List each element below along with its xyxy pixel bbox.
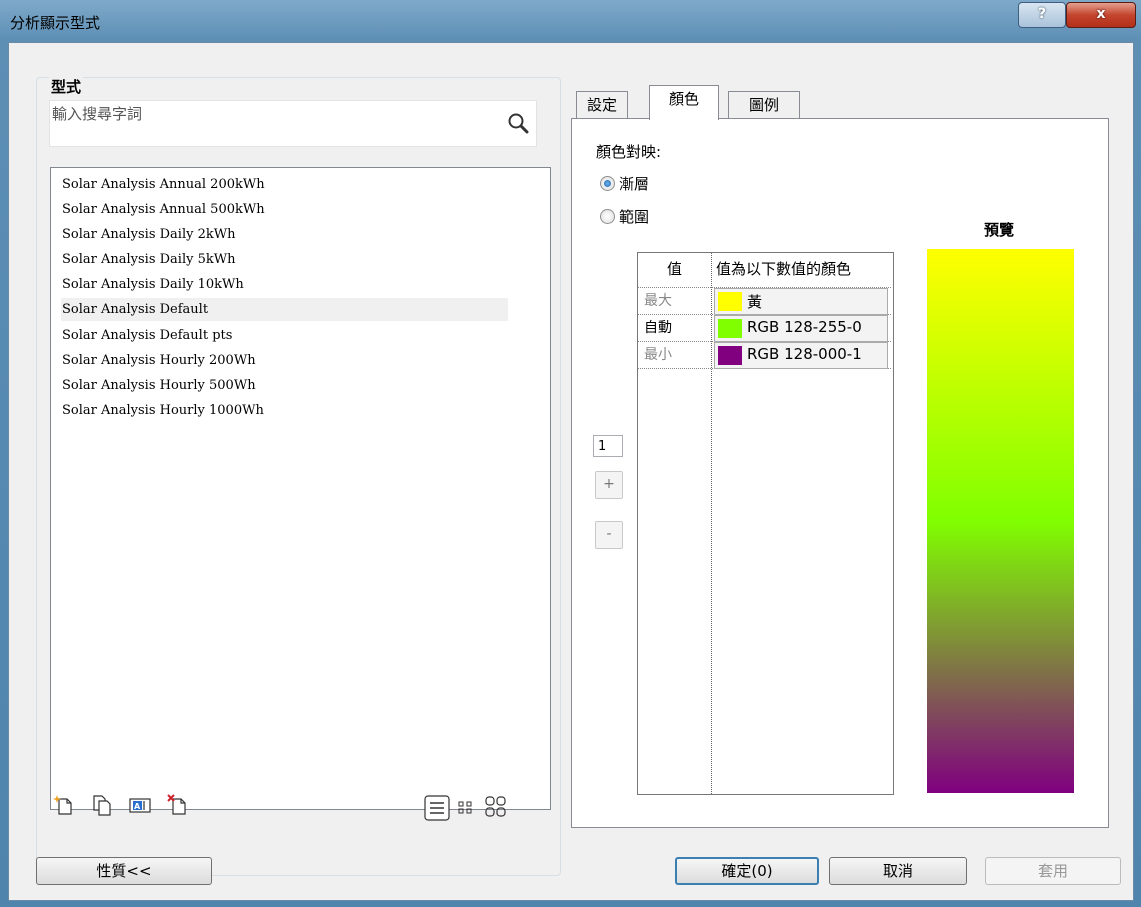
ok-button[interactable]: 確定(0) bbox=[675, 857, 819, 885]
tab-settings[interactable]: 設定 bbox=[576, 91, 628, 118]
list-item[interactable]: Solar Analysis Default pts bbox=[61, 324, 508, 347]
large-icons-view-icon[interactable] bbox=[484, 795, 508, 819]
rename-icon[interactable]: A bbox=[129, 794, 151, 816]
row-color-text: RGB 128-000-1 bbox=[747, 345, 862, 363]
row-color-text: 黃 bbox=[747, 293, 763, 311]
search-input[interactable]: 輸入搜尋字詞 bbox=[49, 100, 537, 147]
row-value-auto[interactable]: 自動 bbox=[644, 315, 672, 342]
color-tab-panel: 顏色對映: 漸層 範圍 值 值為以下數值的顏色 最大 黃 自動 RGB 128-… bbox=[571, 118, 1109, 828]
tab-legend[interactable]: 圖例 bbox=[728, 91, 800, 118]
window-title: 分析顯示型式 bbox=[10, 14, 101, 32]
radio-unchecked-icon[interactable] bbox=[600, 209, 615, 224]
gradient-radio[interactable]: 漸層 bbox=[600, 173, 649, 194]
close-button[interactable]: x bbox=[1066, 2, 1136, 28]
dialog-client-area: 型式 輸入搜尋字詞 Solar Analysis Annual 200kWh S… bbox=[8, 42, 1134, 901]
list-view-icon[interactable] bbox=[424, 795, 450, 821]
help-button[interactable]: ? bbox=[1018, 2, 1066, 28]
color-swatch-green bbox=[718, 319, 742, 338]
tab-color[interactable]: 顏色 bbox=[649, 85, 719, 120]
range-radio[interactable]: 範圍 bbox=[600, 206, 649, 227]
remove-row-button[interactable]: - bbox=[595, 521, 623, 549]
row-color-auto-button[interactable]: RGB 128-255-0 bbox=[714, 315, 888, 342]
column-divider bbox=[711, 253, 712, 794]
gradient-radio-label: 漸層 bbox=[619, 175, 650, 193]
count-input[interactable]: 1 bbox=[593, 435, 623, 457]
list-item[interactable]: Solar Analysis Hourly 500Wh bbox=[61, 374, 508, 397]
list-item-selected[interactable]: Solar Analysis Default bbox=[61, 298, 508, 321]
add-row-button[interactable]: + bbox=[595, 471, 623, 499]
delete-style-icon[interactable] bbox=[167, 794, 189, 816]
row-color-max-button[interactable]: 黃 bbox=[714, 288, 888, 315]
color-swatch-purple bbox=[718, 346, 742, 365]
color-table: 值 值為以下數值的顏色 最大 黃 自動 RGB 128-255-0 最小 RGB… bbox=[637, 252, 894, 795]
row-color-text: RGB 128-255-0 bbox=[747, 318, 862, 336]
properties-toggle-button[interactable]: 性質<< bbox=[36, 857, 212, 885]
list-item[interactable]: Solar Analysis Daily 5kWh bbox=[61, 248, 508, 271]
color-swatch-yellow bbox=[718, 292, 742, 311]
styles-group-label: 型式 bbox=[49, 76, 84, 97]
title-bar[interactable]: 分析顯示型式 ? x bbox=[0, 0, 1141, 42]
list-item[interactable]: Solar Analysis Hourly 200Wh bbox=[61, 349, 508, 372]
apply-button[interactable]: 套用 bbox=[985, 857, 1121, 885]
list-item[interactable]: Solar Analysis Daily 10kWh bbox=[61, 273, 508, 296]
list-item[interactable]: Solar Analysis Daily 2kWh bbox=[61, 223, 508, 246]
color-mapping-label: 顏色對映: bbox=[596, 143, 662, 161]
preview-label: 預覽 bbox=[984, 221, 1015, 239]
styles-list[interactable]: Solar Analysis Annual 200kWh Solar Analy… bbox=[50, 167, 551, 810]
duplicate-icon[interactable] bbox=[91, 794, 113, 816]
range-radio-label: 範圍 bbox=[619, 208, 650, 226]
dialog-window: 分析顯示型式 ? x 型式 輸入搜尋字詞 Solar Analysis Annu… bbox=[0, 0, 1141, 907]
list-item[interactable]: Solar Analysis Annual 200kWh bbox=[61, 173, 508, 196]
search-placeholder: 輸入搜尋字詞 bbox=[52, 105, 143, 123]
list-item[interactable]: Solar Analysis Hourly 1000Wh bbox=[61, 399, 508, 422]
row-value-max[interactable]: 最大 bbox=[644, 288, 672, 315]
row-value-min[interactable]: 最小 bbox=[644, 342, 672, 369]
column-header-value: 值 bbox=[638, 253, 711, 286]
radio-checked-icon[interactable] bbox=[600, 176, 615, 191]
small-icons-view-icon[interactable] bbox=[455, 797, 477, 819]
gradient-preview bbox=[927, 249, 1074, 793]
new-style-icon[interactable] bbox=[53, 794, 75, 816]
column-header-color: 值為以下數值的顏色 bbox=[712, 253, 892, 286]
svg-text:A: A bbox=[134, 802, 141, 811]
row-color-min-button[interactable]: RGB 128-000-1 bbox=[714, 342, 888, 369]
search-icon[interactable] bbox=[506, 111, 530, 135]
cancel-button[interactable]: 取消 bbox=[829, 857, 967, 885]
list-item[interactable]: Solar Analysis Annual 500kWh bbox=[61, 198, 508, 221]
